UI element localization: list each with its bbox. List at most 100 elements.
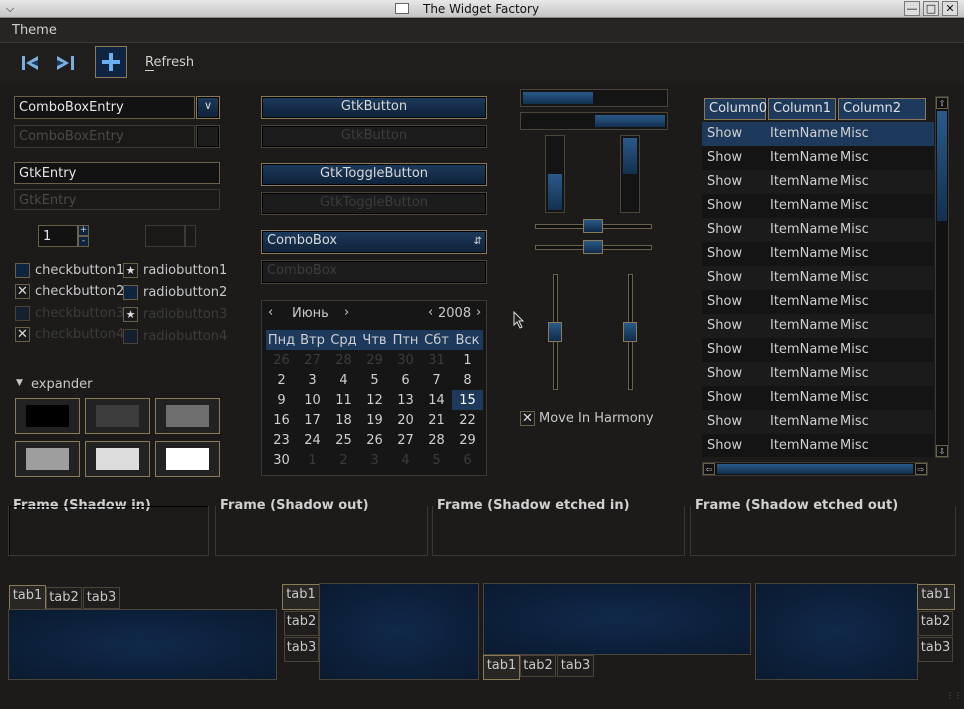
- calendar-day[interactable]: 20: [390, 410, 421, 430]
- tree-row[interactable]: Show ItemName Misc: [702, 218, 934, 242]
- tree-row[interactable]: Show ItemName Misc: [702, 362, 934, 386]
- column-header-2[interactable]: Column2: [838, 98, 926, 120]
- vscale-2-handle[interactable]: [623, 322, 637, 342]
- calendar-day[interactable]: 3: [359, 450, 390, 470]
- notebook4-tab3[interactable]: tab3: [918, 637, 953, 662]
- radiobutton1-box[interactable]: ★: [123, 263, 138, 278]
- notebook1-tab3[interactable]: tab3: [83, 587, 120, 609]
- calendar-prev-year[interactable]: ‹: [428, 305, 433, 320]
- notebook2-tab1[interactable]: tab1: [282, 584, 320, 610]
- combobox-entry[interactable]: ComboBoxEntry: [14, 96, 195, 119]
- go-first-button[interactable]: [16, 51, 44, 75]
- checkbutton2-label[interactable]: checkbutton2: [35, 284, 124, 299]
- color-swatch-silver[interactable]: [85, 441, 150, 477]
- radiobutton2-box[interactable]: [123, 285, 138, 300]
- calendar-day[interactable]: 26: [266, 350, 297, 370]
- calendar-day[interactable]: 19: [359, 410, 390, 430]
- tree-row[interactable]: Show ItemName Misc: [702, 410, 934, 434]
- column-header-0[interactable]: Column0: [704, 98, 767, 120]
- scroll-up-arrow-icon[interactable]: ⇧: [936, 97, 948, 109]
- calendar-day[interactable]: 26: [359, 430, 390, 450]
- radiobutton2-label[interactable]: radiobutton2: [143, 285, 227, 300]
- hscale-2-handle[interactable]: [583, 240, 603, 254]
- notebook3-tab1[interactable]: tab1: [483, 655, 520, 680]
- color-swatch-dark-gray[interactable]: [85, 398, 150, 434]
- refresh-button[interactable]: Refresh: [145, 55, 194, 70]
- move-in-harmony-label[interactable]: Move In Harmony: [539, 411, 654, 426]
- calendar-day[interactable]: 2: [266, 370, 297, 390]
- tree-row-selected[interactable]: Show ItemName Misc: [702, 122, 934, 146]
- calendar-next-year[interactable]: ›: [476, 305, 481, 320]
- calendar-day[interactable]: 10: [297, 390, 328, 410]
- resize-grip-icon[interactable]: ⋮⋮: [946, 692, 962, 706]
- notebook3-tab2[interactable]: tab2: [520, 655, 556, 677]
- notebook2-tab2[interactable]: tab2: [284, 611, 319, 636]
- tree-row[interactable]: Show ItemName Misc: [702, 170, 934, 194]
- tree-row[interactable]: Show ItemName Misc: [702, 194, 934, 218]
- go-last-button[interactable]: [52, 51, 80, 75]
- calendar-day[interactable]: 29: [359, 350, 390, 370]
- notebook1-tab2[interactable]: tab2: [46, 587, 82, 609]
- calendar-day[interactable]: 1: [452, 350, 483, 370]
- color-swatch-gray[interactable]: [155, 398, 220, 434]
- calendar-day[interactable]: 28: [421, 430, 452, 450]
- scroll-down-arrow-icon[interactable]: ⇩: [936, 445, 948, 457]
- vertical-scrollbar[interactable]: ⇧ ⇩: [935, 96, 949, 458]
- calendar-prev-month[interactable]: ‹: [268, 305, 273, 320]
- calendar-day[interactable]: 16: [266, 410, 297, 430]
- scroll-right-arrow-icon[interactable]: ⇨: [915, 463, 927, 475]
- calendar-day[interactable]: 14: [421, 390, 452, 410]
- calendar-day[interactable]: 6: [390, 370, 421, 390]
- notebook4-tab2[interactable]: tab2: [918, 611, 953, 636]
- text-entry[interactable]: GtkEntry: [14, 162, 220, 184]
- calendar-day[interactable]: 27: [297, 350, 328, 370]
- tree-row[interactable]: Show ItemName Misc: [702, 146, 934, 170]
- spin-down-button[interactable]: -: [78, 236, 89, 247]
- notebook2-tab3[interactable]: tab3: [284, 637, 319, 662]
- calendar-day[interactable]: 5: [359, 370, 390, 390]
- color-swatch-white[interactable]: [155, 441, 220, 477]
- column-header-1[interactable]: Column1: [768, 98, 836, 120]
- tree-row[interactable]: Show ItemName Misc: [702, 290, 934, 314]
- calendar-day[interactable]: 8: [452, 370, 483, 390]
- calendar-day[interactable]: 6: [452, 450, 483, 470]
- calendar-day[interactable]: 12: [359, 390, 390, 410]
- combobox-entry-dropdown[interactable]: ∨: [196, 96, 220, 119]
- notebook4-tab1[interactable]: tab1: [917, 584, 955, 610]
- calendar-day[interactable]: 27: [390, 430, 421, 450]
- calendar-day[interactable]: 2: [328, 450, 359, 470]
- color-swatch-black[interactable]: [15, 398, 80, 434]
- tree-row[interactable]: Show ItemName Misc: [702, 386, 934, 410]
- expander-arrow-icon[interactable]: ▼: [16, 378, 23, 388]
- checkbutton1-label[interactable]: checkbutton1: [35, 263, 124, 278]
- horizontal-scrollbar[interactable]: ⇦ ⇨: [702, 462, 928, 476]
- calendar-day[interactable]: 11: [328, 390, 359, 410]
- tree-row[interactable]: Show ItemName Misc: [702, 266, 934, 290]
- tree-row[interactable]: Show ItemName Misc: [702, 338, 934, 362]
- notebook1-tab1[interactable]: tab1: [9, 585, 46, 610]
- calendar-day[interactable]: 23: [266, 430, 297, 450]
- scroll-left-arrow-icon[interactable]: ⇦: [703, 463, 715, 475]
- calendar-day[interactable]: 25: [328, 430, 359, 450]
- radiobutton1-label[interactable]: radiobutton1: [143, 263, 227, 278]
- calendar-day[interactable]: 18: [328, 410, 359, 430]
- gtk-button[interactable]: GtkButton: [261, 96, 487, 119]
- calendar-day[interactable]: 5: [421, 450, 452, 470]
- horizontal-scroll-thumb[interactable]: [717, 464, 913, 474]
- calendar-day[interactable]: 1: [297, 450, 328, 470]
- checkbutton2-box[interactable]: ✕: [15, 284, 30, 299]
- minimize-button[interactable]: —: [904, 1, 920, 16]
- calendar-day-selected[interactable]: 15: [452, 390, 483, 410]
- vertical-scroll-thumb[interactable]: [937, 111, 947, 221]
- tree-row[interactable]: Show ItemName Misc: [702, 242, 934, 266]
- calendar-day[interactable]: 22: [452, 410, 483, 430]
- calendar-day[interactable]: 30: [266, 450, 297, 470]
- calendar-day[interactable]: 28: [328, 350, 359, 370]
- calendar-day[interactable]: 29: [452, 430, 483, 450]
- gtk-toggle-button[interactable]: GtkToggleButton: [261, 163, 487, 186]
- calendar-next-month[interactable]: ›: [344, 305, 349, 320]
- calendar-day[interactable]: 31: [421, 350, 452, 370]
- calendar-day[interactable]: 17: [297, 410, 328, 430]
- notebook3-tab3[interactable]: tab3: [557, 655, 594, 677]
- calendar-day[interactable]: 9: [266, 390, 297, 410]
